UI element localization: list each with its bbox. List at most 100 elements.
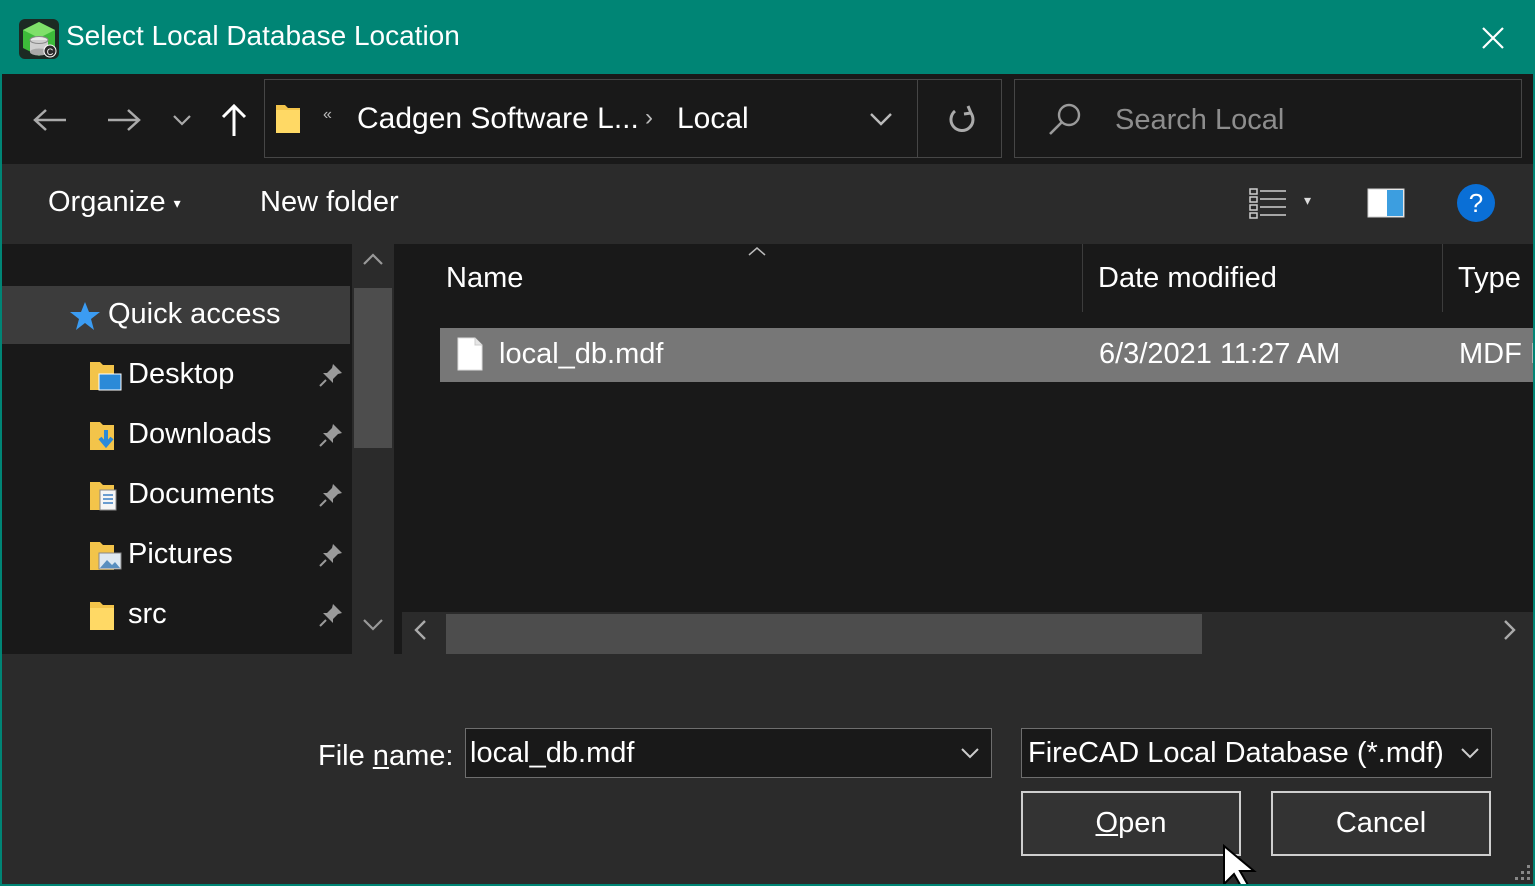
database-app-icon: C (19, 19, 59, 59)
sidebar-item-pictures[interactable]: Pictures (2, 526, 350, 584)
breadcrumb-local[interactable]: Local (677, 102, 749, 136)
svg-text:C: C (47, 47, 54, 57)
dialog-footer: File name: FireCAD Local Database (*.mdf… (2, 654, 1533, 884)
open-button[interactable]: Open (1020, 790, 1242, 857)
desktop-folder-icon (90, 362, 122, 391)
scroll-up-icon[interactable] (362, 252, 384, 266)
sidebar-item-src[interactable]: src (2, 586, 350, 644)
sidebar-item-label: src (128, 598, 167, 630)
scroll-right-icon[interactable] (1502, 618, 1518, 642)
new-folder-button[interactable]: New folder (260, 186, 399, 219)
scroll-down-icon[interactable] (362, 618, 384, 632)
chevron-down-icon (173, 115, 191, 126)
refresh-button[interactable] (937, 100, 987, 140)
breadcrumb-cadgen[interactable]: Cadgen Software L... (357, 102, 639, 136)
arrow-right-icon (108, 109, 141, 131)
caret-down-icon: ▾ (173, 194, 181, 211)
forward-button[interactable] (104, 102, 144, 138)
chevron-down-icon[interactable] (958, 743, 982, 763)
title-bar[interactable]: C Select Local Database Location (2, 2, 1533, 74)
folder-icon (90, 602, 114, 630)
sidebar-item-label: Downloads (128, 418, 272, 450)
pictures-folder-icon (90, 542, 122, 570)
column-divider[interactable] (1082, 244, 1083, 312)
column-divider[interactable] (1442, 244, 1443, 312)
sidebar-scrollbar[interactable] (352, 244, 394, 654)
navigation-pane[interactable]: Quick access Desktop Downloads Documents… (2, 244, 397, 654)
downloads-folder-icon (90, 422, 114, 450)
sidebar-item-label: Documents (128, 478, 275, 510)
open-label-mnemonic: O (1095, 807, 1119, 839)
arrow-left-icon (33, 109, 66, 131)
file-name-label-mnemonic: n (372, 740, 389, 772)
documents-folder-icon (90, 482, 117, 511)
filter-value: FireCAD Local Database (*.mdf) (1028, 737, 1444, 769)
pin-icon (319, 364, 342, 387)
sidebar-item-label: Pictures (128, 538, 233, 570)
sidebar-item-label: Desktop (128, 358, 235, 390)
horizontal-scrollbar[interactable] (402, 612, 1533, 654)
chevron-down-icon[interactable] (1458, 743, 1482, 763)
refresh-icon (949, 105, 975, 132)
address-divider (917, 80, 918, 157)
breadcrumb-separator[interactable]: › (645, 104, 653, 132)
navigation-bar: « Cadgen Software L... › Local (2, 74, 1533, 164)
search-box[interactable] (1014, 79, 1522, 158)
scroll-left-icon[interactable] (412, 618, 428, 642)
table-row[interactable]: local_db.mdf 6/3/2021 11:27 AM MDF I (440, 328, 1533, 382)
file-date-cell: 6/3/2021 11:27 AM (1099, 338, 1341, 370)
pin-icon (319, 424, 342, 447)
file-type-cell: MDF I (1459, 338, 1533, 370)
star-icon (70, 302, 100, 330)
close-button[interactable] (1452, 2, 1533, 74)
file-name-combobox[interactable] (465, 728, 992, 778)
details-view-icon[interactable] (1248, 186, 1288, 220)
file-name-label: File name: (318, 740, 453, 773)
close-icon (1481, 27, 1504, 49)
organize-label: Organize (48, 186, 166, 218)
cancel-button[interactable]: Cancel (1271, 791, 1491, 856)
search-input[interactable] (1115, 102, 1495, 138)
up-button[interactable] (214, 102, 254, 138)
column-header-name[interactable]: Name (446, 262, 523, 295)
address-dropdown-button[interactable] (863, 104, 899, 134)
arrow-up-icon (221, 103, 247, 136)
window-title: Select Local Database Location (66, 20, 460, 51)
scrollbar-thumb[interactable] (446, 614, 1202, 654)
column-header-type[interactable]: Type (1458, 262, 1521, 295)
file-name-label-part: ame: (388, 740, 454, 772)
open-label-part: pen (1118, 807, 1167, 839)
chevron-down-icon (870, 113, 892, 126)
resize-grip-icon[interactable] (1512, 862, 1532, 882)
file-name-label-part: File (318, 740, 373, 772)
mouse-cursor-icon (1223, 844, 1257, 884)
folder-icon (276, 105, 300, 133)
sidebar-item-documents[interactable]: Documents (2, 466, 350, 524)
file-list[interactable]: Name Date modified Type local_db.mdf 6/3… (400, 244, 1533, 654)
file-type-filter[interactable]: FireCAD Local Database (*.mdf) (1021, 728, 1492, 778)
file-dialog-window: C Select Local Database Location « Cadge… (0, 0, 1535, 886)
view-options-caret[interactable]: ▾ (1304, 192, 1311, 209)
organize-button[interactable]: Organize ▾ (48, 186, 181, 219)
file-icon (457, 337, 483, 371)
sidebar-item-downloads[interactable]: Downloads (2, 406, 350, 464)
sidebar-item-quick-access[interactable]: Quick access (2, 286, 350, 344)
file-name-cell: local_db.mdf (499, 338, 664, 370)
sort-ascending-icon (748, 247, 766, 256)
pin-icon (319, 484, 342, 507)
file-name-input[interactable] (470, 735, 940, 771)
pin-icon (319, 604, 342, 627)
column-header-date-modified[interactable]: Date modified (1098, 262, 1277, 295)
back-button[interactable] (30, 102, 70, 138)
preview-pane-icon[interactable] (1367, 188, 1405, 218)
scrollbar-thumb[interactable] (354, 288, 392, 448)
address-overflow-chevron[interactable]: « (323, 106, 332, 124)
recent-locations-button[interactable] (162, 102, 202, 138)
sidebar-item-label: Quick access (108, 298, 281, 330)
pin-icon (319, 544, 342, 567)
help-button[interactable]: ? (1457, 184, 1495, 222)
search-icon (1049, 103, 1081, 135)
sidebar-item-desktop[interactable]: Desktop (2, 346, 350, 404)
command-bar: Organize ▾ New folder ▾ ? (2, 164, 1533, 244)
address-bar[interactable]: « Cadgen Software L... › Local (264, 79, 1002, 158)
